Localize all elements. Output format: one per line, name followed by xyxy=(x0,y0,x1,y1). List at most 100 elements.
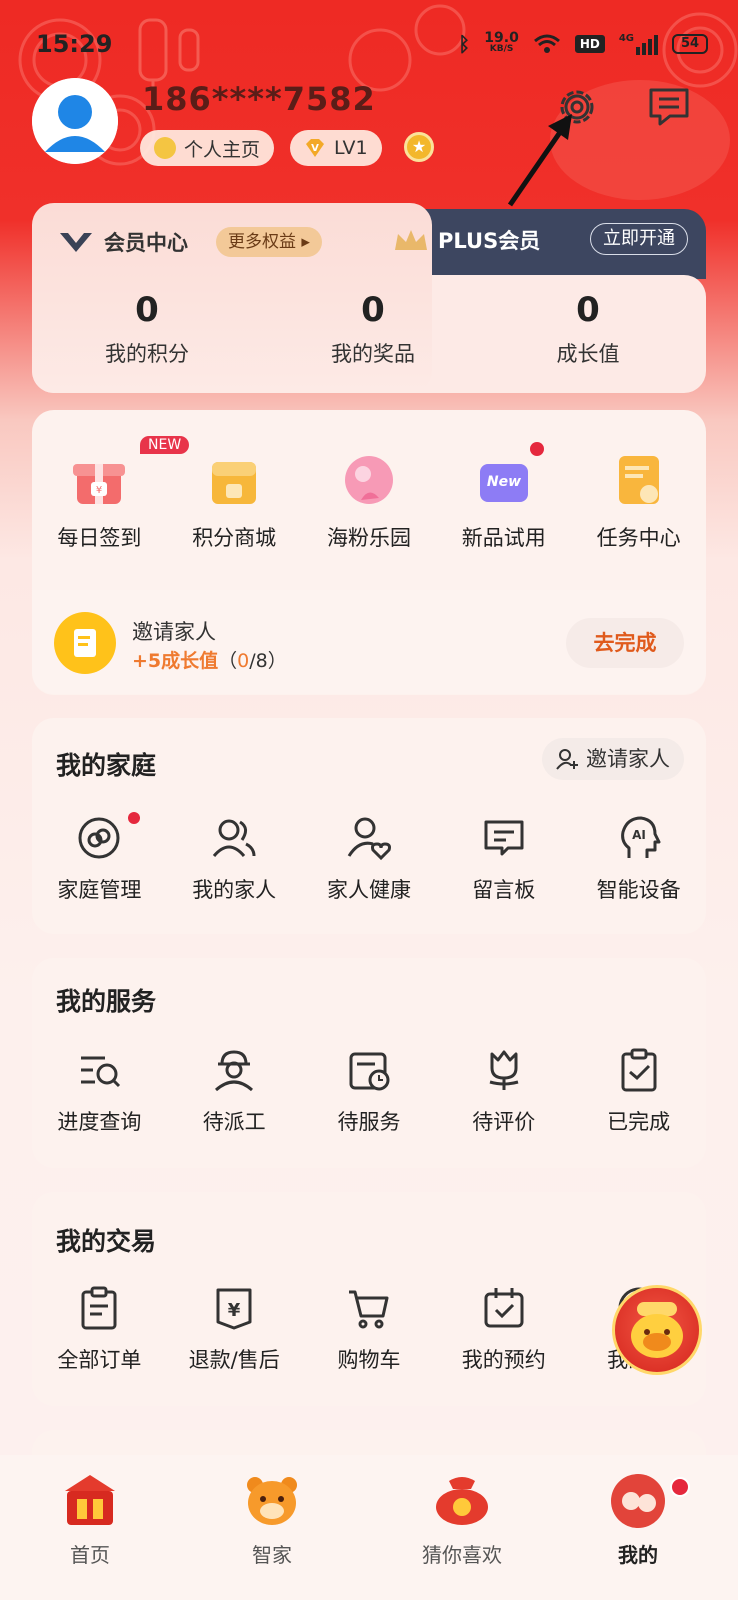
smile-icon xyxy=(154,137,176,159)
tab-guess-you-like[interactable]: 猜你喜欢 xyxy=(392,1471,532,1568)
refund-after-sales[interactable]: ¥ 退款/售后 xyxy=(167,1284,302,1374)
invite-family-button[interactable]: 邀请家人 xyxy=(542,738,684,780)
family-management[interactable]: 家庭管理 xyxy=(32,812,167,904)
diamond-v-icon: V xyxy=(306,139,324,157)
trades-card: 我的交易 全部订单 ¥ 退款/售后 购物车 我的预约 我的收 xyxy=(32,1192,706,1406)
calendar-check-icon xyxy=(484,1288,524,1328)
tiger-head-icon xyxy=(247,1477,297,1525)
worker-icon xyxy=(215,1050,254,1092)
new-product-icon: New xyxy=(479,464,528,502)
calendar-clock-icon xyxy=(349,1052,390,1091)
status-icons: ᛒ 19.0 KB/S HD 4G 54 xyxy=(458,30,708,56)
signal-icon: 4G xyxy=(619,33,658,55)
new-badge: NEW xyxy=(140,436,190,454)
wifi-icon xyxy=(533,34,560,53)
features-grid: ¥ NEW 每日签到 积分商城 海粉乐园 New 新品试用 任务中心 xyxy=(32,436,706,552)
star-medal-icon[interactable]: ★ xyxy=(404,132,434,162)
feature-daily-checkin[interactable]: ¥ NEW 每日签到 xyxy=(32,436,190,552)
shop-icon xyxy=(212,462,257,504)
features-card: ¥ NEW 每日签到 积分商城 海粉乐园 New 新品试用 任务中心 邀请家人 … xyxy=(32,410,706,695)
family-link-icon xyxy=(78,817,120,859)
svg-text:V: V xyxy=(311,143,319,154)
my-appointments[interactable]: 我的预约 xyxy=(436,1284,571,1374)
ai-head-icon: AI xyxy=(620,816,661,858)
peach-icon xyxy=(344,456,393,504)
svg-text:New: New xyxy=(487,474,521,490)
more-rights-button[interactable]: 更多权益 ▸ xyxy=(216,227,322,257)
service-progress-query[interactable]: 进度查询 xyxy=(32,1046,167,1136)
clipboard-check-icon xyxy=(621,1048,657,1092)
user-phone[interactable]: 186****7582 xyxy=(142,80,376,118)
invite-family-task: 邀请家人 +5成长值（0/8） 去完成 xyxy=(32,590,706,694)
refund-icon: ¥ xyxy=(216,1288,252,1330)
floating-mascot-button[interactable] xyxy=(612,1285,702,1375)
stat-prizes[interactable]: 0 我的奖品 xyxy=(273,290,473,368)
add-person-icon xyxy=(556,749,578,770)
avatar[interactable] xyxy=(32,78,118,164)
my-family-members[interactable]: 我的家人 xyxy=(167,814,302,904)
go-complete-button[interactable]: 去完成 xyxy=(566,618,684,668)
user-silhouette-icon xyxy=(32,78,118,164)
cart-icon xyxy=(348,1290,389,1329)
message-board-icon xyxy=(484,820,524,856)
member-center-title[interactable]: 会员中心 xyxy=(58,227,188,257)
search-list-icon xyxy=(81,1056,121,1088)
notification-dot xyxy=(128,812,140,824)
message-icon[interactable] xyxy=(646,84,692,130)
shopping-cart[interactable]: 购物车 xyxy=(302,1284,437,1374)
stat-points[interactable]: 0 我的积分 xyxy=(47,290,247,368)
feature-task-center[interactable]: 任务中心 xyxy=(571,450,706,552)
svg-text:¥: ¥ xyxy=(96,485,102,496)
gift-icon: ¥ xyxy=(73,464,126,504)
status-time: 15:29 xyxy=(36,30,113,58)
bottom-tab-bar: 首页 智家 猜你喜欢 我的 xyxy=(0,1455,738,1600)
lucky-bag-icon xyxy=(436,1477,488,1525)
people-icon xyxy=(213,819,256,857)
bluetooth-icon: ᛒ xyxy=(458,32,471,56)
tab-smart-home[interactable]: 智家 xyxy=(212,1471,332,1568)
task-clock-icon xyxy=(618,456,659,504)
order-list-icon xyxy=(81,1286,117,1330)
crown-icon xyxy=(395,230,427,250)
services-title: 我的服务 xyxy=(56,987,157,1016)
home-gate-icon xyxy=(65,1475,115,1525)
service-pending-service[interactable]: 待服务 xyxy=(302,1046,437,1136)
stat-growth[interactable]: 0 成长值 xyxy=(488,290,688,368)
family-card: 我的家庭 邀请家人 家庭管理 我的家人 家人健康 留言板 AI 智能设备 xyxy=(32,718,706,934)
message-board[interactable]: 留言板 xyxy=(436,814,571,904)
notification-dot xyxy=(670,1477,690,1497)
service-completed[interactable]: 已完成 xyxy=(571,1046,706,1136)
annotation-arrow xyxy=(507,114,572,207)
battery-icon: 54 xyxy=(672,34,708,54)
svg-text:¥: ¥ xyxy=(228,1300,241,1321)
tab-home[interactable]: 首页 xyxy=(30,1471,150,1568)
family-title: 我的家庭 xyxy=(56,751,157,780)
service-pending-review[interactable]: 待评价 xyxy=(436,1046,571,1136)
feature-fan-park[interactable]: 海粉乐园 xyxy=(302,450,437,552)
person-heart-icon xyxy=(347,817,391,861)
level-badge[interactable]: V LV1 xyxy=(290,130,382,166)
svg-text:AI: AI xyxy=(632,828,646,842)
trades-title: 我的交易 xyxy=(56,1227,157,1256)
feature-points-mall[interactable]: 积分商城 xyxy=(167,450,302,552)
homepage-button[interactable]: 个人主页 xyxy=(140,130,275,166)
tab-mine[interactable]: 我的 xyxy=(578,1471,698,1568)
hd-icon: HD xyxy=(574,35,605,53)
all-orders[interactable]: 全部订单 xyxy=(32,1284,167,1374)
status-bar: 15:29 ᛒ 19.0 KB/S HD 4G 54 xyxy=(0,0,738,90)
tiger-mascot-icon xyxy=(631,1302,683,1358)
feature-new-trial[interactable]: New 新品试用 xyxy=(436,442,571,552)
trades-grid: 全部订单 ¥ 退款/售后 购物车 我的预约 我的收 xyxy=(32,1284,706,1374)
smart-devices[interactable]: AI 智能设备 xyxy=(571,814,706,904)
open-plus-button[interactable]: 立即开通 xyxy=(590,223,688,255)
plus-member-title[interactable]: PLUS会员 xyxy=(392,225,540,255)
notification-dot xyxy=(530,442,545,456)
mine-avatar-icon xyxy=(611,1474,665,1528)
family-health[interactable]: 家人健康 xyxy=(302,814,437,904)
services-card: 我的服务 进度查询 待派工 待服务 待评价 已完成 xyxy=(32,958,706,1168)
network-speed: 19.0 KB/S xyxy=(484,30,519,54)
service-pending-dispatch[interactable]: 待派工 xyxy=(167,1046,302,1136)
services-grid: 进度查询 待派工 待服务 待评价 已完成 xyxy=(32,1046,706,1136)
invite-doc-icon xyxy=(54,612,116,674)
family-grid: 家庭管理 我的家人 家人健康 留言板 AI 智能设备 xyxy=(32,812,706,904)
